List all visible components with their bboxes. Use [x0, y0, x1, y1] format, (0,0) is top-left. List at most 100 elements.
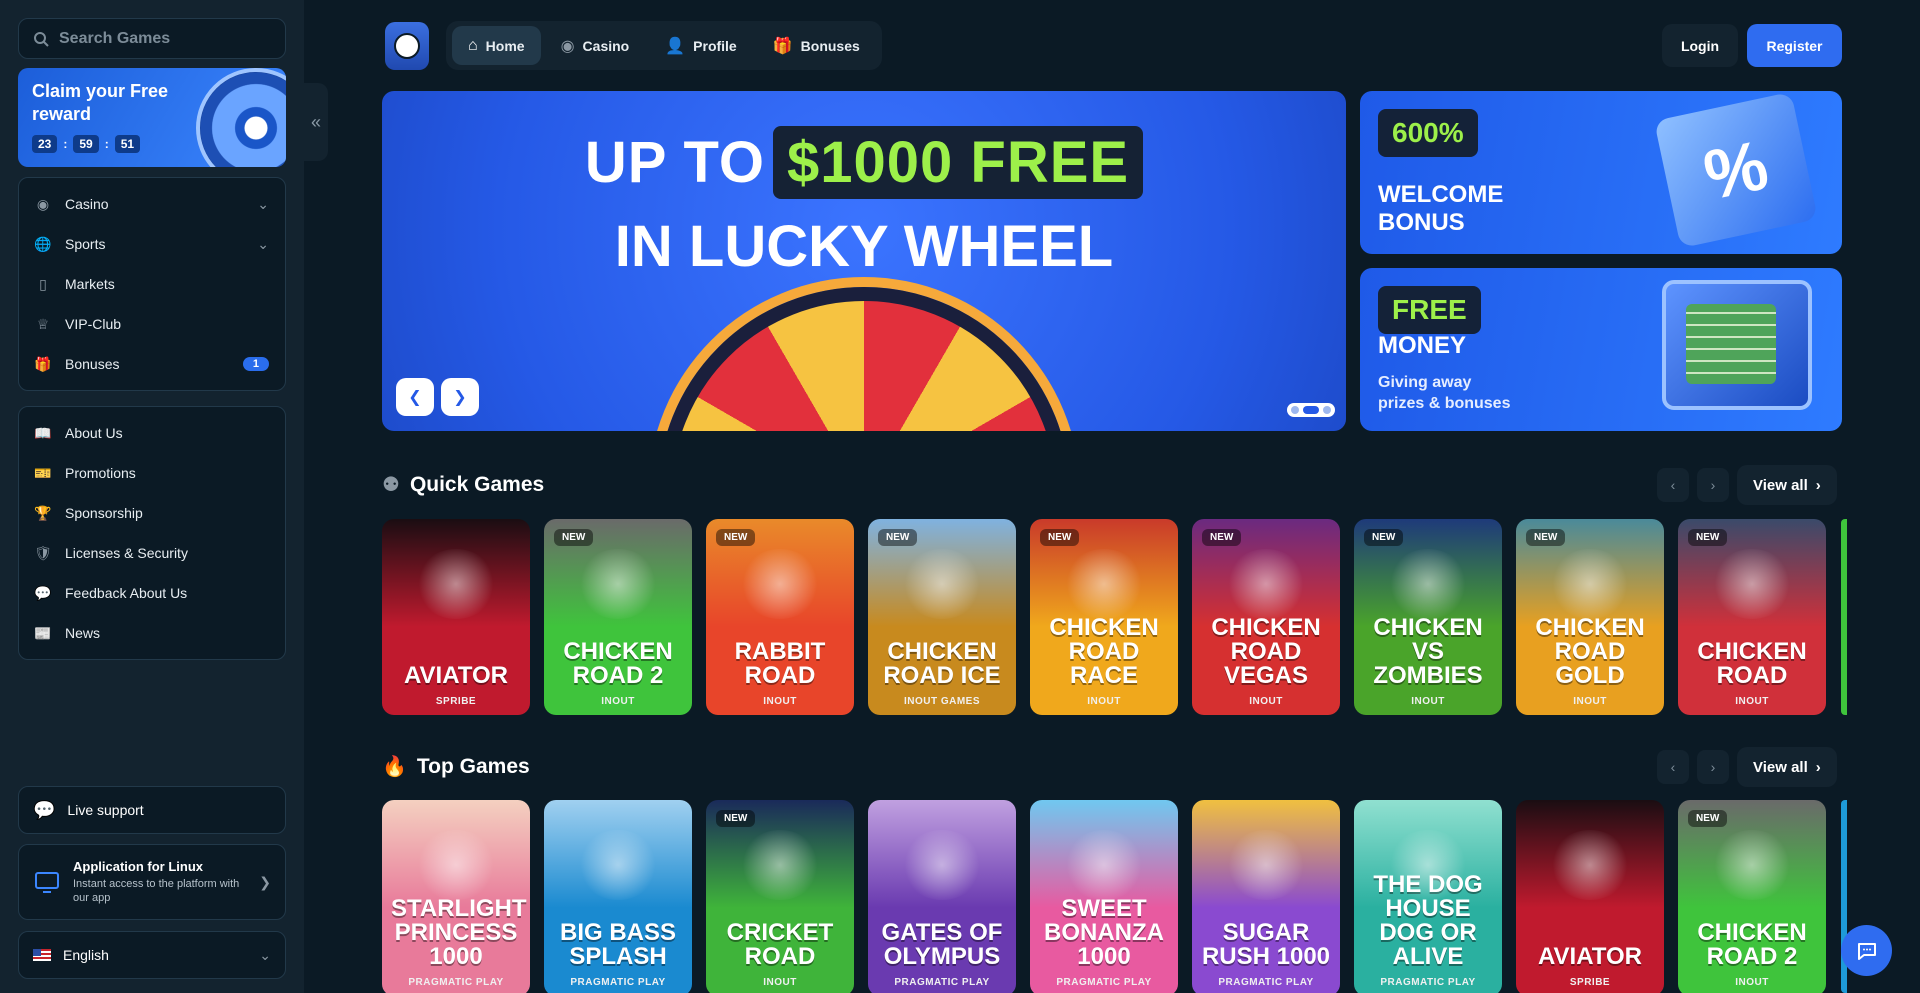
- game-card[interactable]: NEW CHICKEN ROAD RACE INOUT: [1030, 519, 1178, 715]
- register-button[interactable]: Register: [1747, 24, 1842, 67]
- game-provider: INOUT: [1573, 696, 1607, 707]
- game-artwork: [740, 549, 820, 619]
- game-card[interactable]: GATES OF OLYMPUS PRAGMATIC PLAY: [868, 800, 1016, 993]
- game-card[interactable]: NEW RABBIT ROAD INOUT: [706, 519, 854, 715]
- count-badge: 1: [242, 357, 269, 371]
- game-provider: SPRIBE: [1569, 977, 1611, 988]
- new-badge: NEW: [716, 810, 756, 827]
- tab-bonuses[interactable]: 🎁 Bonuses: [757, 26, 876, 65]
- next-card-peek[interactable]: [1841, 519, 1847, 715]
- sidebar-item-promotions[interactable]: 🎫 Promotions: [19, 453, 285, 493]
- game-card[interactable]: STARLIGHT PRINCESS 1000 PRAGMATIC PLAY: [382, 800, 530, 993]
- new-badge: NEW: [554, 529, 594, 546]
- game-title: STARLIGHT PRINCESS 1000: [391, 895, 527, 970]
- sidebar-item-about-us[interactable]: 📖 About Us: [19, 413, 285, 453]
- game-artwork: [1550, 830, 1630, 900]
- percent-gift-box-image: %: [1654, 91, 1818, 249]
- hero-next-button[interactable]: ❯: [441, 378, 479, 416]
- app-title: Application for Linux: [73, 859, 203, 874]
- shield-icon: 🛡: [34, 544, 52, 561]
- quick-games-prev-button[interactable]: ‹: [1657, 468, 1689, 502]
- quick-games-controls: ‹ › View all ›: [1657, 465, 1837, 505]
- welcome-bonus-banner[interactable]: 600% WELCOME BONUS %: [1360, 91, 1842, 254]
- hero-highlight: $1000 FREE: [773, 126, 1144, 199]
- money-sub2: prizes & bonuses: [1378, 395, 1511, 412]
- game-card[interactable]: NEW CHICKEN ROAD 2 INOUT: [544, 519, 692, 715]
- game-card[interactable]: NEW CHICKEN ROAD VEGAS INOUT: [1192, 519, 1340, 715]
- new-badge: NEW: [1688, 810, 1728, 827]
- dice-icon: ⚉: [382, 474, 400, 496]
- game-card[interactable]: NEW CHICKEN ROAD INOUT: [1678, 519, 1826, 715]
- top-navigation: ⌂ Home ◉ Casino 👤 Profile 🎁 Bonuses: [446, 21, 882, 70]
- tab-casino[interactable]: ◉ Casino: [545, 26, 646, 65]
- sidebar-item-markets[interactable]: ▯ Markets: [19, 264, 285, 304]
- sidebar-item-vip-club[interactable]: ♕ VIP-Club: [19, 304, 285, 344]
- money-title: MONEY: [1378, 332, 1467, 359]
- sidebar-item-label: Bonuses: [65, 356, 120, 372]
- top-games-prev-button[interactable]: ‹: [1657, 750, 1689, 784]
- welcome-title2: BONUS: [1378, 209, 1465, 236]
- sidebar-item-news[interactable]: 📰 News: [19, 613, 285, 653]
- game-provider: INOUT GAMES: [903, 696, 981, 707]
- sidebar-item-licenses-security[interactable]: 🛡 Licenses & Security: [19, 533, 285, 573]
- tab-home[interactable]: ⌂ Home: [452, 26, 541, 65]
- quick-games-next-button[interactable]: ›: [1697, 468, 1729, 502]
- gift-icon: 🎁: [34, 355, 52, 372]
- collapse-sidebar-button[interactable]: «: [304, 83, 328, 161]
- quick-games-view-all-button[interactable]: View all ›: [1737, 465, 1837, 505]
- language-selector[interactable]: English ⌄: [18, 931, 286, 979]
- sidebar-item-sponsorship[interactable]: 🏆 Sponsorship: [19, 493, 285, 533]
- hero-banner[interactable]: UP TO $1000 FREE IN LUCKY WHEEL: [382, 91, 1346, 431]
- game-card[interactable]: NEW CHICKEN ROAD ICE INOUT GAMES: [868, 519, 1016, 715]
- game-card[interactable]: NEW CHICKEN VS ZOMBIES INOUT: [1354, 519, 1502, 715]
- chevron-down-icon: ⌄: [259, 946, 271, 963]
- language-label: English: [63, 947, 109, 963]
- login-button[interactable]: Login: [1662, 24, 1738, 67]
- chat-button[interactable]: [1841, 925, 1892, 976]
- tab-profile[interactable]: 👤 Profile: [649, 26, 753, 65]
- game-card[interactable]: SUGAR RUSH 1000 PRAGMATIC PLAY: [1192, 800, 1340, 993]
- sidebar-item-sports[interactable]: 🌐 Sports ⌄: [19, 224, 285, 264]
- hero-line2: IN LUCKY WHEEL: [614, 214, 1114, 279]
- lucky-wheel-image: [658, 287, 1070, 431]
- sidebar-item-label: Feedback About Us: [65, 585, 188, 601]
- top-games-next-button[interactable]: ›: [1697, 750, 1729, 784]
- timer-minutes: 59: [73, 135, 99, 153]
- game-card[interactable]: NEW CRICKET ROAD INOUT: [706, 800, 854, 993]
- flame-icon: 🔥: [382, 756, 407, 778]
- hero-pagination[interactable]: [1287, 403, 1335, 417]
- game-card[interactable]: NEW CHICKEN ROAD GOLD INOUT: [1516, 519, 1664, 715]
- chat-icon: [1857, 942, 1876, 960]
- sidebar-item-casino[interactable]: ◉ Casino ⌄: [19, 184, 285, 224]
- pagination-dot[interactable]: [1291, 406, 1299, 414]
- pagination-dot-active[interactable]: [1303, 406, 1319, 414]
- live-support-button[interactable]: 💬 Live support: [18, 786, 286, 834]
- pagination-dot[interactable]: [1323, 406, 1331, 414]
- chevron-right-icon: ›: [1710, 759, 1716, 775]
- site-logo[interactable]: [385, 22, 429, 70]
- game-title: AVIATOR: [1537, 943, 1642, 970]
- linux-app-banner[interactable]: Application for Linux Instant access to …: [18, 844, 286, 920]
- claim-reward-banner[interactable]: Claim your Free reward 23: 59: 51: [18, 68, 286, 167]
- search-input[interactable]: Search Games: [18, 18, 286, 59]
- sidebar-item-bonuses[interactable]: 🎁 Bonuses 1: [19, 344, 285, 384]
- game-card[interactable]: NEW CHICKEN ROAD 2 INOUT: [1678, 800, 1826, 993]
- hero-prev-button[interactable]: ❮: [396, 378, 434, 416]
- free-money-banner[interactable]: FREE MONEY Giving away prizes & bonuses: [1360, 268, 1842, 431]
- game-artwork: [416, 830, 496, 900]
- new-badge: NEW: [1202, 529, 1242, 546]
- top-games-controls: ‹ › View all ›: [1657, 747, 1837, 787]
- top-games-header: 🔥 Top Games: [382, 754, 530, 779]
- game-title: CHICKEN ROAD: [1697, 638, 1807, 689]
- game-card[interactable]: AVIATOR SPRIBE: [382, 519, 530, 715]
- user-icon: 👤: [665, 37, 686, 55]
- top-games-view-all-button[interactable]: View all ›: [1737, 747, 1837, 787]
- game-artwork: [1064, 549, 1144, 619]
- sidebar-item-feedback-about-us[interactable]: 💬 Feedback About Us: [19, 573, 285, 613]
- game-card[interactable]: SWEET BONANZA 1000 PRAGMATIC PLAY: [1030, 800, 1178, 993]
- game-card[interactable]: THE DOG HOUSE DOG OR ALIVEPRAGMATIC PLAY: [1354, 800, 1502, 993]
- new-badge: NEW: [1688, 529, 1728, 546]
- game-card[interactable]: AVIATOR SPRIBE: [1516, 800, 1664, 993]
- game-card[interactable]: BIG BASS SPLASH PRAGMATIC PLAY: [544, 800, 692, 993]
- game-title: CHICKEN VS ZOMBIES: [1373, 614, 1483, 689]
